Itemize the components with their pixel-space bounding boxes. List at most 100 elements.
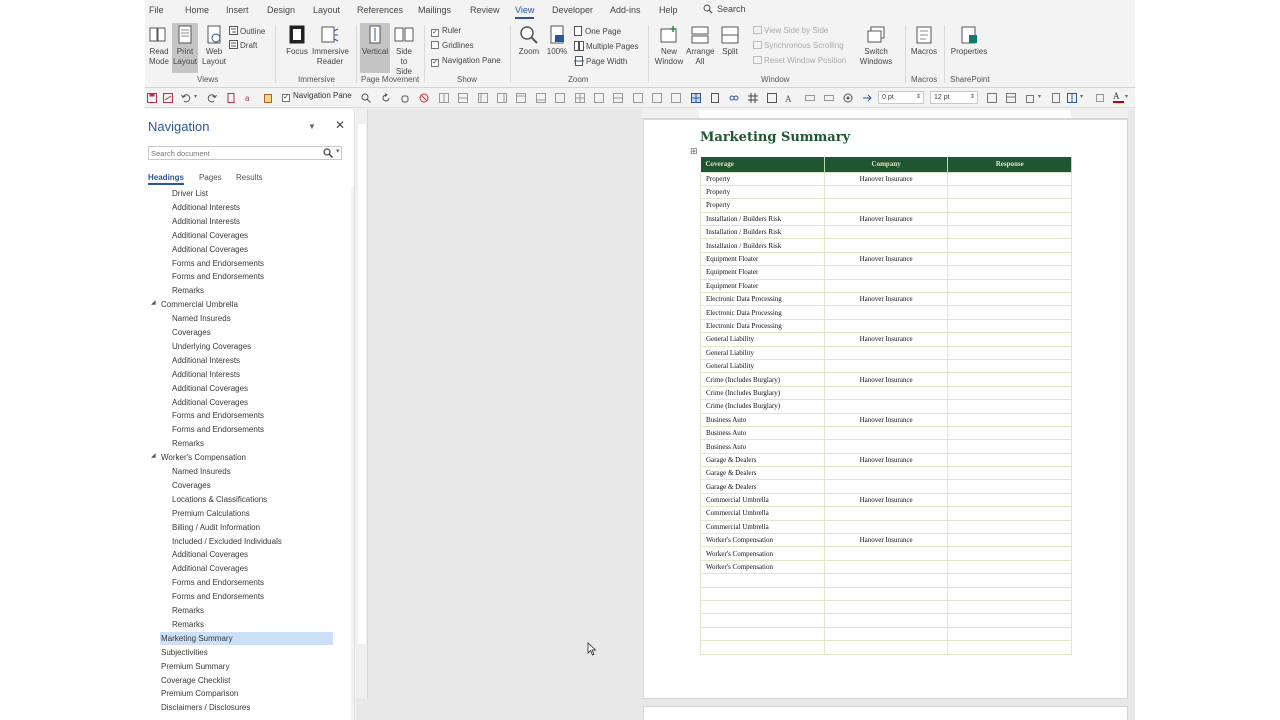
- coverage-cell[interactable]: Equipment Floater: [700, 251, 825, 267]
- new-window-button[interactable]: New Window: [653, 25, 685, 67]
- heading-item[interactable]: Subjectivities: [161, 646, 208, 659]
- response-cell[interactable]: [947, 533, 1072, 548]
- heading-item[interactable]: Remarks: [172, 618, 204, 631]
- response-cell[interactable]: [947, 439, 1072, 454]
- table-style-icon-8[interactable]: [575, 93, 585, 103]
- response-cell[interactable]: [947, 292, 1072, 307]
- zoom-100-button[interactable]: 100%: [543, 25, 571, 57]
- view-side-by-side-button[interactable]: View Side by Side: [753, 26, 828, 36]
- tab-insert[interactable]: Insert: [226, 5, 249, 15]
- stop-icon[interactable]: [419, 93, 429, 103]
- heading-item[interactable]: Additional Interests: [172, 215, 240, 228]
- coverage-cell[interactable]: Commercial Umbrella: [700, 519, 825, 535]
- company-cell[interactable]: [823, 519, 949, 535]
- synchronous-scrolling-button[interactable]: Synchronous Scrolling: [753, 41, 844, 51]
- coverage-cell[interactable]: Property: [700, 184, 825, 200]
- company-cell[interactable]: Hanover Insurance: [823, 412, 949, 427]
- coverage-cell[interactable]: Equipment Floater: [700, 278, 825, 294]
- coverage-cell[interactable]: [700, 599, 825, 615]
- tab-layout[interactable]: Layout: [313, 5, 340, 15]
- tab-developer[interactable]: Developer: [552, 5, 593, 15]
- ruler-checkbox[interactable]: ✓ Ruler: [431, 26, 461, 37]
- gridlines-checkbox[interactable]: Gridlines: [431, 41, 474, 51]
- reset-window-position-button[interactable]: Reset Window Position: [753, 56, 846, 66]
- table-move-handle-icon[interactable]: ⊞: [690, 146, 698, 157]
- response-cell[interactable]: [947, 184, 1072, 200]
- clipboard-icon[interactable]: [263, 93, 273, 103]
- heading-item[interactable]: Named Insureds: [172, 465, 231, 478]
- navigation-pane-toggle[interactable]: ✓ Navigation Pane: [282, 91, 352, 102]
- coverage-cell[interactable]: Installation / Builders Risk: [700, 225, 825, 240]
- heading-item[interactable]: Locations & Classifications: [172, 493, 267, 506]
- save-as-icon[interactable]: [163, 93, 173, 103]
- tab-headings[interactable]: Headings: [148, 173, 185, 185]
- company-cell[interactable]: [823, 613, 949, 628]
- tab-pages[interactable]: Pages: [199, 173, 222, 182]
- coverage-cell[interactable]: Business Auto: [700, 439, 825, 454]
- heading-item[interactable]: Additional Coverages: [172, 382, 248, 395]
- company-cell[interactable]: [823, 506, 949, 521]
- coverage-cell[interactable]: [700, 586, 825, 602]
- company-cell[interactable]: [823, 278, 949, 294]
- response-cell[interactable]: [947, 358, 1072, 374]
- table-style-icon-3[interactable]: [478, 93, 488, 103]
- coverage-cell[interactable]: General Liability: [700, 332, 825, 347]
- response-cell[interactable]: [947, 171, 1072, 186]
- heading-item[interactable]: Remarks: [172, 604, 204, 617]
- refresh-icon[interactable]: [381, 93, 391, 103]
- response-cell[interactable]: [947, 573, 1072, 588]
- coverage-cell[interactable]: Equipment Floater: [700, 265, 825, 280]
- response-cell[interactable]: [947, 492, 1072, 508]
- heading-item[interactable]: Worker's Compensation: [161, 451, 246, 464]
- dropdown-icon[interactable]: ▾: [1038, 93, 1048, 103]
- heading-item[interactable]: Additional Interests: [172, 201, 240, 214]
- coverage-cell[interactable]: [700, 640, 825, 655]
- response-cell[interactable]: [947, 278, 1072, 294]
- coverage-cell[interactable]: Property: [700, 171, 825, 186]
- bucket-icon[interactable]: [1025, 93, 1035, 103]
- coverage-cell[interactable]: Crime (Includes Burglary): [700, 399, 825, 414]
- heading-item[interactable]: Additional Coverages: [172, 229, 248, 242]
- company-cell[interactable]: [823, 586, 949, 602]
- response-cell[interactable]: [947, 546, 1072, 561]
- company-cell[interactable]: [823, 238, 949, 253]
- response-cell[interactable]: [947, 586, 1072, 602]
- heading-item[interactable]: Coverages: [172, 326, 211, 339]
- response-cell[interactable]: [947, 479, 1072, 494]
- company-cell[interactable]: Hanover Insurance: [823, 452, 949, 468]
- chevron-down-icon[interactable]: ▼: [308, 122, 316, 131]
- company-cell[interactable]: [823, 399, 949, 414]
- response-cell[interactable]: [947, 412, 1072, 427]
- heading-item[interactable]: Additional Coverages: [172, 548, 248, 561]
- company-cell[interactable]: Hanover Insurance: [823, 292, 949, 307]
- company-cell[interactable]: [823, 559, 949, 575]
- spacing-before-input[interactable]: 0 pt ⇕: [878, 91, 924, 104]
- table-style-icon-6[interactable]: [536, 93, 546, 103]
- navigation-scrollbar[interactable]: [351, 187, 354, 720]
- coverage-cell[interactable]: Garage & Dealers: [700, 479, 825, 494]
- field-code-icon[interactable]: a: [244, 93, 254, 103]
- heading-item-selected[interactable]: Marketing Summary: [160, 631, 333, 645]
- company-cell[interactable]: [823, 425, 949, 441]
- coverage-cell[interactable]: Installation / Builders Risk: [700, 211, 825, 227]
- side-to-side-button[interactable]: Side to Side: [392, 25, 416, 77]
- borders-icon[interactable]: [987, 93, 997, 103]
- page-break-icon[interactable]: [1051, 93, 1061, 103]
- table-style-icon-4[interactable]: [497, 93, 507, 103]
- heading-item[interactable]: Remarks: [172, 284, 204, 297]
- heading-item[interactable]: Premium Calculations: [172, 507, 250, 520]
- hash-icon[interactable]: [748, 93, 758, 103]
- insert-table-icon[interactable]: [1006, 93, 1016, 103]
- response-cell[interactable]: [947, 599, 1072, 615]
- web-layout-button[interactable]: Web Layout: [202, 25, 226, 67]
- highlight-icon[interactable]: [1095, 93, 1105, 103]
- tab-review[interactable]: Review: [470, 5, 500, 15]
- arrow-right-icon[interactable]: [862, 93, 872, 103]
- search-document-input[interactable]: [149, 147, 319, 159]
- arrange-all-button[interactable]: Arrange All: [686, 25, 714, 67]
- coverage-cell[interactable]: Electronic Data Processing: [700, 292, 825, 307]
- spacing-after-input[interactable]: 12 pt ⇕: [930, 91, 978, 104]
- heading-item[interactable]: Coverages: [172, 479, 211, 492]
- tab-design[interactable]: Design: [267, 5, 295, 15]
- tab-mailings[interactable]: Mailings: [418, 5, 451, 15]
